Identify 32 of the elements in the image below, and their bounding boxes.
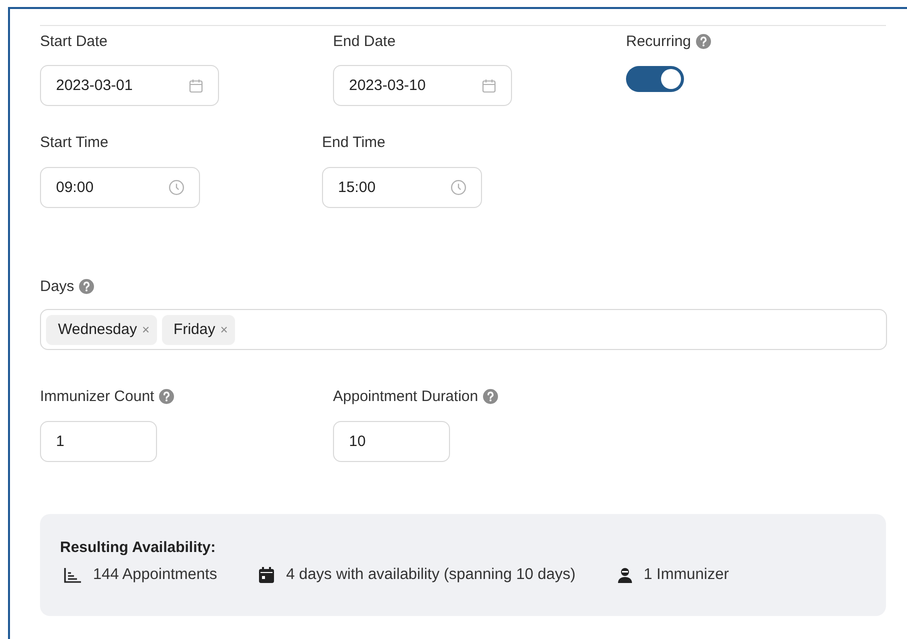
time-field[interactable]: 09:00: [40, 167, 200, 208]
date-field[interactable]: 2023-03-01: [40, 65, 219, 106]
field-label: Appointment Duration: [333, 388, 478, 404]
field-label: End Time: [322, 134, 386, 150]
summary-title: Resulting Availability:: [60, 539, 217, 556]
number-field[interactable]: 10: [333, 421, 450, 462]
tag-label: Wednesday: [58, 321, 137, 338]
recurring-toggle[interactable]: [626, 66, 684, 92]
help-icon[interactable]: [483, 388, 498, 404]
summary-text: 4 days with availability (spanning 10 days): [286, 566, 576, 584]
number-field[interactable]: 1: [40, 421, 157, 462]
help-icon[interactable]: [79, 278, 94, 294]
field-label: Recurring: [626, 32, 692, 50]
time-field[interactable]: 15:00: [322, 167, 482, 208]
clock-icon: [450, 179, 467, 196]
help-icon[interactable]: [696, 34, 712, 48]
field-label: End Date: [333, 32, 396, 50]
calendar-icon: [259, 567, 274, 583]
date-field[interactable]: 2023-03-10: [333, 65, 512, 106]
summary-text: 1 Immunizer: [644, 566, 729, 584]
field-label: Immunizer Count: [40, 388, 154, 404]
field-label: Start Date: [40, 32, 108, 50]
tag-label: Friday: [174, 321, 216, 338]
help-icon[interactable]: [159, 388, 174, 404]
chart-icon: [64, 568, 81, 582]
person-icon: [618, 567, 632, 583]
calendar-icon: [481, 78, 497, 94]
clock-icon: [168, 179, 185, 196]
field-label: Days: [40, 278, 74, 294]
summary-text: 144 Appointments: [93, 566, 218, 584]
calendar-icon: [188, 78, 204, 94]
field-label: Start Time: [40, 134, 108, 150]
